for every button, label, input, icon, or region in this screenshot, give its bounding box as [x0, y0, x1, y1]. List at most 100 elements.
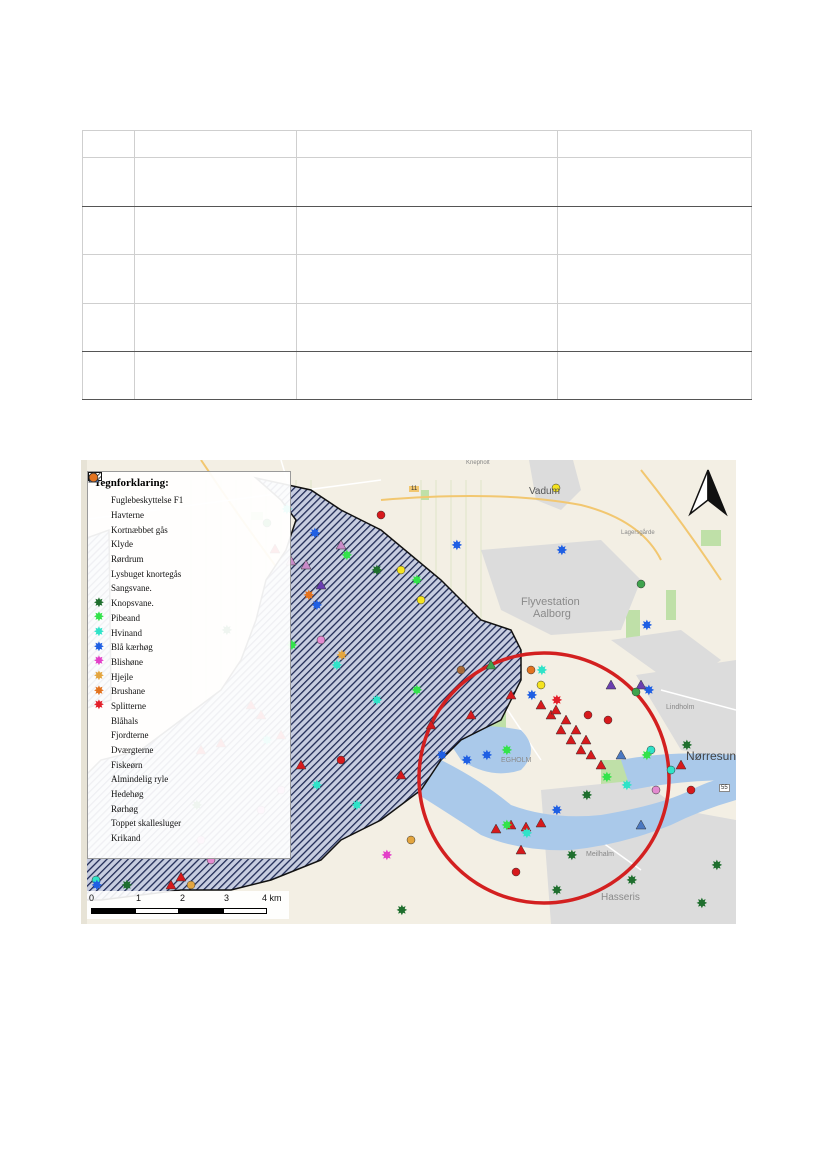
- svg-text:✸: ✸: [501, 818, 513, 834]
- legend-label: Fuglebeskyttelse F1: [111, 495, 184, 506]
- svg-text:✸: ✸: [551, 883, 563, 899]
- table-row: [82, 254, 752, 304]
- triangle-marker-icon: [88, 472, 106, 536]
- table-row: [82, 351, 752, 400]
- legend-label: Rørdrum: [111, 554, 144, 565]
- legend-label: Splitterne: [111, 700, 146, 711]
- road-shield-11: 11: [409, 486, 420, 492]
- legend-item: ✸ Hjejle: [92, 669, 290, 684]
- scale-label: 3: [224, 893, 230, 903]
- scale-segment: [223, 908, 267, 914]
- legend-item: ✸ Blå kærhøg: [92, 640, 290, 655]
- legend-item: Toppet skallesluger: [88, 472, 290, 831]
- legend-item: Dværgterne: [88, 472, 290, 758]
- place-label-lindholm: Lindholm: [666, 704, 695, 711]
- legend-item: Fuglebeskyttelse F1: [88, 472, 290, 508]
- legend-item: Kortnæbbet gås: [88, 472, 290, 537]
- legend-label: Fiskeørn: [111, 759, 143, 770]
- svg-text:✸: ✸: [371, 563, 383, 579]
- table-row: [82, 303, 752, 352]
- svg-text:✸: ✸: [711, 858, 723, 874]
- svg-text:✸: ✸: [461, 753, 473, 769]
- star-marker-icon: ✸: [93, 625, 105, 641]
- legend-label: Hjejle: [111, 671, 133, 682]
- map-legend: Tegnforklaring: Fuglebeskyttelse F1 Havte…: [87, 471, 291, 859]
- circle-marker-icon: [88, 472, 106, 785]
- svg-text:✸: ✸: [566, 848, 578, 864]
- scale-label: 4 km: [262, 893, 282, 903]
- circle-marker-icon: [88, 472, 106, 844]
- svg-text:✸: ✸: [451, 538, 463, 554]
- legend-label: Krikand: [111, 833, 141, 844]
- legend-label: Blåhals: [111, 715, 138, 726]
- svg-text:✸: ✸: [556, 543, 568, 559]
- svg-text:✸: ✸: [481, 748, 493, 764]
- legend-label: Blå kærhøg: [111, 642, 153, 653]
- legend-item: Fjordterne: [88, 472, 290, 743]
- legend-label: Pibeand: [111, 612, 140, 623]
- legend-label: Brushane: [111, 686, 145, 697]
- svg-text:✸: ✸: [336, 648, 348, 664]
- svg-text:✸: ✸: [641, 748, 653, 764]
- legend-item: Krikand: [88, 472, 290, 846]
- star-marker-icon: ✸: [93, 639, 105, 655]
- triangle-marker-icon: [88, 472, 106, 565]
- svg-text:✸: ✸: [371, 693, 383, 709]
- table-row: [82, 130, 752, 158]
- legend-label: Rørhøg: [111, 803, 138, 814]
- place-label-hasseris: Hasseris: [601, 892, 640, 903]
- legend-label: Kortnæbbet gås: [111, 524, 168, 535]
- scale-label: 1: [136, 893, 142, 903]
- circle-marker-icon: [88, 472, 106, 829]
- scale-segment: [179, 908, 223, 914]
- star-marker-icon: ✸: [93, 698, 105, 714]
- legend-item: ✸ Hvinand: [92, 625, 290, 640]
- legend-item: Blåhals: [88, 472, 290, 728]
- legend-item: Rørhøg: [88, 472, 290, 816]
- road-shield-55: 55: [719, 784, 730, 792]
- svg-text:✸: ✸: [381, 848, 393, 864]
- legend-title: Tegnforklaring:: [94, 477, 169, 489]
- legend-item: Almindelig ryle: [88, 472, 290, 787]
- legend-item: ✸ Pibeand: [92, 610, 290, 625]
- legend-item: Klyde: [88, 472, 290, 552]
- svg-text:✸: ✸: [436, 748, 448, 764]
- place-label-egholm: EGHOLM: [501, 757, 532, 764]
- place-label-meilhalm: Meilhalm: [586, 851, 615, 858]
- scale-segment: [91, 908, 135, 914]
- svg-text:✸: ✸: [521, 826, 533, 842]
- legend-item: Hedehøg: [88, 472, 290, 802]
- legend-label: Knopsvane.: [111, 598, 154, 609]
- svg-text:✸: ✸: [621, 778, 633, 794]
- star-marker-icon: ✸: [93, 683, 105, 699]
- svg-text:✸: ✸: [411, 573, 423, 589]
- legend-label: Almindelig ryle: [111, 774, 169, 785]
- svg-text:✸: ✸: [696, 896, 708, 912]
- scale-segment: [135, 908, 179, 914]
- star-marker-icon: ✸: [93, 654, 105, 670]
- legend-label: Blishøne: [111, 656, 144, 667]
- legend-item: ✸ Brushane: [92, 684, 290, 699]
- place-label-aalborg: Aalborg: [533, 608, 571, 620]
- svg-text:✸: ✸: [643, 683, 655, 699]
- svg-text:✸: ✸: [309, 526, 321, 542]
- svg-text:✸: ✸: [396, 903, 408, 919]
- circle-marker-icon: [88, 472, 106, 771]
- legend-item: Lysbuget knortegås: [88, 472, 290, 581]
- circle-marker-icon: [88, 472, 106, 815]
- star-marker-icon: ✸: [93, 669, 105, 685]
- place-label-vadum: Vadum: [529, 486, 560, 497]
- table-row: [82, 206, 752, 255]
- legend-label: Havterne: [111, 510, 144, 521]
- svg-text:✸: ✸: [641, 618, 653, 634]
- table-row: [82, 157, 752, 207]
- triangle-marker-icon: [88, 472, 106, 521]
- empty-table: [82, 130, 752, 400]
- hatch-swatch-icon: [88, 472, 106, 506]
- svg-text:✸: ✸: [551, 803, 563, 819]
- triangle-marker-icon: [88, 472, 106, 550]
- svg-text:✸: ✸: [311, 778, 323, 794]
- legend-label: Klyde: [111, 539, 133, 550]
- svg-text:✸: ✸: [341, 548, 353, 564]
- bird-observation-map: ✸ ✸ ✸ ✸ ✸ ✸ ✸ ✸ ✸ ✸ ✸ ✸ ✸ ✸ ✸ ✸ ✸ ✸ ✸ ✸ …: [81, 460, 736, 924]
